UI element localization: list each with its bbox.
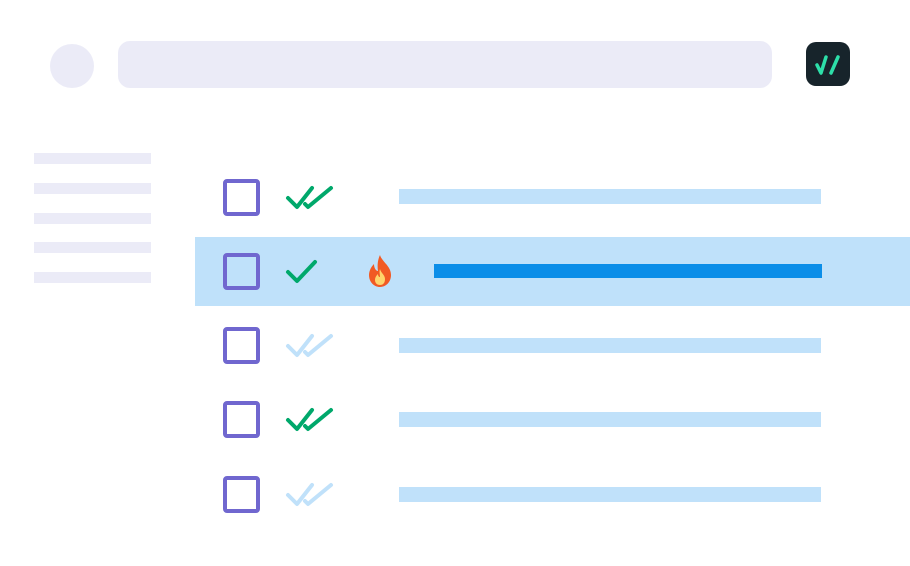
row-checkbox[interactable] [223, 327, 260, 364]
sidebar-item[interactable] [34, 213, 151, 224]
logo-mark-icon [815, 55, 840, 75]
double-check-icon [286, 483, 333, 506]
row-checkbox[interactable] [223, 253, 260, 290]
sidebar-item[interactable] [34, 242, 151, 253]
row-text-placeholder [434, 264, 822, 278]
sidebar-item[interactable] [34, 183, 151, 194]
search-input[interactable] [118, 41, 772, 88]
row-text-placeholder [399, 412, 821, 427]
single-check-icon [286, 260, 317, 283]
double-check-icon [286, 408, 333, 431]
row-text-placeholder [399, 487, 821, 502]
sidebar-item[interactable] [34, 153, 151, 164]
avatar[interactable] [50, 44, 94, 88]
row-checkbox[interactable] [223, 401, 260, 438]
double-check-icon [286, 334, 333, 357]
app-logo[interactable] [806, 42, 850, 86]
row-text-placeholder [399, 338, 821, 353]
row-text-placeholder [399, 189, 821, 204]
flame-icon [369, 255, 391, 287]
sidebar-item[interactable] [34, 272, 151, 283]
double-check-icon [286, 186, 333, 209]
row-checkbox[interactable] [223, 179, 260, 216]
row-checkbox[interactable] [223, 476, 260, 513]
